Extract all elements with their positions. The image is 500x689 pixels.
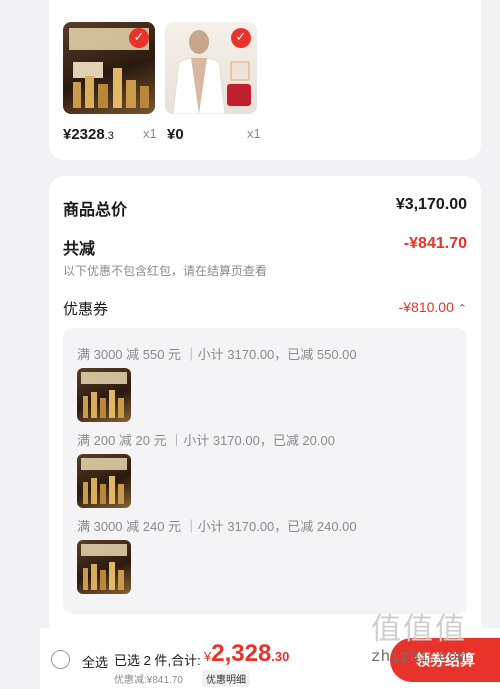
- gift-set-illustration: [81, 372, 127, 418]
- chevron-up-icon: ⌃: [457, 303, 467, 315]
- cart-total: ¥2,328.30: [204, 640, 290, 667]
- coupon-rule: 满 3000 减 550 元 ｜小计 3170.00，已减 550.00: [77, 347, 357, 362]
- product-image-gift-set[interactable]: ✓: [63, 22, 155, 114]
- discount-summary: 优惠减:¥841.70: [114, 675, 183, 686]
- discount-label: 共减: [63, 241, 96, 258]
- product-image-scarf[interactable]: ✓: [165, 22, 257, 114]
- total-price-value: ¥3,170.00: [395, 196, 467, 213]
- selected-count-label: 已选 2 件,合计:: [114, 653, 201, 668]
- coupon-rule: 满 200 减 20 元 ｜小计 3170.00，已减 20.00: [77, 433, 335, 448]
- coupon-product-thumb: [77, 368, 131, 422]
- watermark-logo: 值值值: [371, 612, 467, 647]
- coupon-label: 优惠券: [63, 301, 109, 318]
- coupon-product-thumb: [77, 454, 131, 508]
- coupon-product-thumb: [77, 540, 131, 594]
- coupon-toggle[interactable]: -¥810.00 ⌃: [399, 299, 467, 315]
- watermark-site: zhizhi.com: [370, 648, 467, 666]
- product-quantity: x1: [143, 126, 157, 141]
- selected-check-icon[interactable]: ✓: [129, 28, 149, 48]
- cart-items-card: ✓ ✓ ¥2328.3 x1 ¥0 x1: [49, 0, 481, 160]
- gift-set-illustration: [81, 544, 127, 590]
- discount-note: 以下优惠不包含红包，请在结算页查看: [63, 264, 268, 278]
- product-price: ¥2328.3: [63, 126, 114, 143]
- coupon-detail-panel: 满 3000 减 550 元 ｜小计 3170.00，已减 550.00 满 2…: [63, 328, 467, 614]
- discount-value: -¥841.70: [403, 235, 467, 252]
- selected-check-icon[interactable]: ✓: [231, 28, 251, 48]
- select-all-radio[interactable]: [51, 650, 70, 669]
- select-all-label[interactable]: 全选: [82, 652, 108, 671]
- product-price: ¥0: [167, 126, 184, 143]
- coupon-rule: 满 3000 减 240 元 ｜小计 3170.00，已减 240.00: [77, 519, 357, 534]
- gift-set-illustration: [81, 458, 127, 504]
- coupon-value: -¥810.00: [398, 299, 454, 315]
- discount-detail-link[interactable]: 优惠明细: [202, 670, 250, 687]
- price-summary-card: 商品总价 ¥3,170.00 共减 -¥841.70 以下优惠不包含红包，请在结…: [49, 176, 481, 646]
- total-price-label: 商品总价: [63, 202, 128, 219]
- product-quantity: x1: [247, 126, 261, 141]
- site-watermark: 值值值 zhizhi.com: [344, 604, 494, 666]
